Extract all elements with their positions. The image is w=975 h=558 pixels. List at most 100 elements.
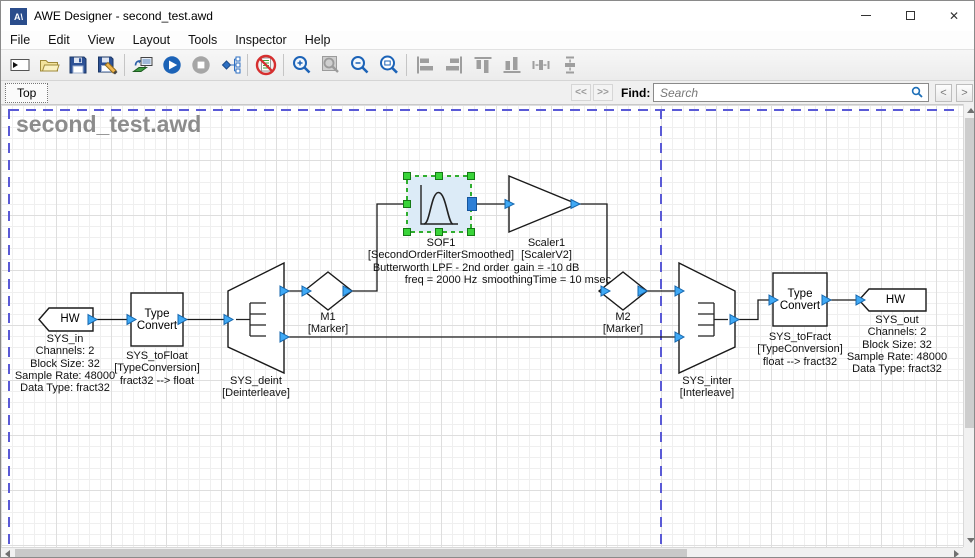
vertical-scrollbar-thumb[interactable] <box>965 118 975 428</box>
menu-bar: File Edit View Layout Tools Inspector He… <box>1 31 974 49</box>
menu-tools[interactable]: Tools <box>179 31 226 49</box>
scrollbar-corner <box>963 547 975 558</box>
label-line: [Interleave] <box>651 387 763 399</box>
new-layout-button[interactable] <box>5 52 34 79</box>
scroll-up-icon[interactable] <box>967 108 975 113</box>
title-bar: A\ AWE Designer - second_test.awd ✕ <box>1 1 974 31</box>
design-canvas[interactable]: second_test.awd <box>1 104 963 547</box>
label-line: Sample Rate: 48000 <box>841 351 953 363</box>
label-line: [TypeConversion] <box>101 362 213 374</box>
block-labels-sys-deint: SYS_deint [Deinterleave] <box>200 375 312 400</box>
search-input[interactable] <box>653 83 929 102</box>
label-line: Scaler1 <box>459 237 634 249</box>
block-labels-m1: M1 [Marker] <box>288 311 368 336</box>
label-line: M2 <box>583 311 663 323</box>
block-text-sys-out: HW <box>867 290 924 310</box>
zoom-out-icon <box>349 54 371 76</box>
maximize-button[interactable] <box>888 1 932 30</box>
distribute-horizontal-button <box>526 52 555 79</box>
block-labels-sys-inter: SYS_inter [Interleave] <box>651 375 763 400</box>
block-sof1[interactable] <box>404 173 477 236</box>
menu-layout[interactable]: Layout <box>124 31 180 49</box>
disable-inspectors-icon <box>255 54 277 76</box>
horizontal-scrollbar-thumb[interactable] <box>15 549 687 558</box>
propagate-changes-icon <box>219 54 241 76</box>
scroll-left-icon[interactable] <box>5 550 10 558</box>
menu-inspector[interactable]: Inspector <box>226 31 295 49</box>
block-m1[interactable] <box>302 272 352 310</box>
tab-top[interactable]: Top <box>5 83 48 103</box>
open-file-button[interactable] <box>34 52 63 79</box>
history-back-button[interactable]: << <box>571 84 591 101</box>
save-as-icon <box>96 54 118 76</box>
find-next-button[interactable]: > <box>956 84 973 102</box>
block-labels-scaler1: Scaler1 [ScalerV2] gain = -10 dB smoothi… <box>459 237 634 286</box>
label-line: Block Size: 32 <box>841 339 953 351</box>
horizontal-scrollbar[interactable] <box>1 547 963 558</box>
connect-to-target-button[interactable] <box>128 52 157 79</box>
block-sys-inter[interactable] <box>675 263 739 373</box>
vertical-scrollbar[interactable] <box>963 104 975 547</box>
align-bottom-button <box>497 52 526 79</box>
toolbar-separator <box>406 54 407 76</box>
window-title: AWE Designer - second_test.awd <box>34 9 213 23</box>
menu-help[interactable]: Help <box>296 31 340 49</box>
label-line: Data Type: fract32 <box>841 363 953 375</box>
close-icon: ✕ <box>949 10 959 22</box>
menu-edit[interactable]: Edit <box>39 31 79 49</box>
label-line: [ScalerV2] <box>459 249 634 261</box>
label-line: [TypeConversion] <box>744 343 856 355</box>
app-window: A\ AWE Designer - second_test.awd ✕ File… <box>0 0 975 558</box>
toolbar-separator <box>283 54 284 76</box>
close-button[interactable]: ✕ <box>932 1 975 30</box>
connect-to-target-icon <box>132 54 154 76</box>
minimize-icon <box>861 15 871 16</box>
save-icon <box>67 54 89 76</box>
save-file-as-button[interactable] <box>92 52 121 79</box>
distribute-vertical-button <box>555 52 584 79</box>
label-line: [Deinterleave] <box>200 387 312 399</box>
label-line: smoothingTime = 10 msec <box>459 274 634 286</box>
label-line: SYS_inter <box>651 375 763 387</box>
block-labels-sys-out: SYS_out Channels: 2 Block Size: 32 Sampl… <box>841 314 953 375</box>
zoom-in-icon <box>291 54 313 76</box>
label-line: float --> fract32 <box>744 356 856 368</box>
zoom-in-button[interactable] <box>287 52 316 79</box>
stop-button <box>186 52 215 79</box>
propagate-changes-button[interactable] <box>215 52 244 79</box>
disable-inspectors-button[interactable] <box>251 52 280 79</box>
scroll-down-icon[interactable] <box>967 538 975 543</box>
block-labels-sys-tofloat: SYS_toFloat [TypeConversion] fract32 -->… <box>101 350 213 387</box>
find-label: Find: <box>621 86 650 100</box>
block-sys-deint[interactable] <box>224 263 289 373</box>
label-line: M1 <box>288 311 368 323</box>
find-previous-button[interactable]: < <box>935 84 952 102</box>
align-right-icon <box>443 54 465 76</box>
label-line: [Marker] <box>583 323 663 335</box>
search-box <box>653 83 929 102</box>
block-text-sys-tofloat: Type Convert <box>131 293 183 346</box>
zoom-region-button <box>316 52 345 79</box>
minimize-button[interactable] <box>844 1 888 30</box>
distribute-vertical-icon <box>559 54 581 76</box>
label-line: SYS_toFract <box>744 331 856 343</box>
zoom-out-button[interactable] <box>345 52 374 79</box>
save-file-button[interactable] <box>63 52 92 79</box>
new-layout-icon <box>9 54 31 76</box>
align-right-button <box>439 52 468 79</box>
label-line: SYS_out <box>841 314 953 326</box>
label-line: fract32 --> float <box>101 375 213 387</box>
history-forward-button[interactable]: >> <box>593 84 613 101</box>
run-button[interactable] <box>157 52 186 79</box>
label-line: Channels: 2 <box>841 326 953 338</box>
menu-file[interactable]: File <box>1 31 39 49</box>
block-scaler1[interactable] <box>505 176 580 232</box>
label-line: SYS_in <box>9 333 121 345</box>
distribute-horizontal-icon <box>530 54 552 76</box>
zoom-actual-size-button[interactable] <box>374 52 403 79</box>
search-icon[interactable] <box>911 86 924 99</box>
scroll-right-icon[interactable] <box>954 550 959 558</box>
menu-view[interactable]: View <box>79 31 124 49</box>
zoom-actual-size-icon <box>378 54 400 76</box>
label-line: gain = -10 dB <box>459 262 634 274</box>
